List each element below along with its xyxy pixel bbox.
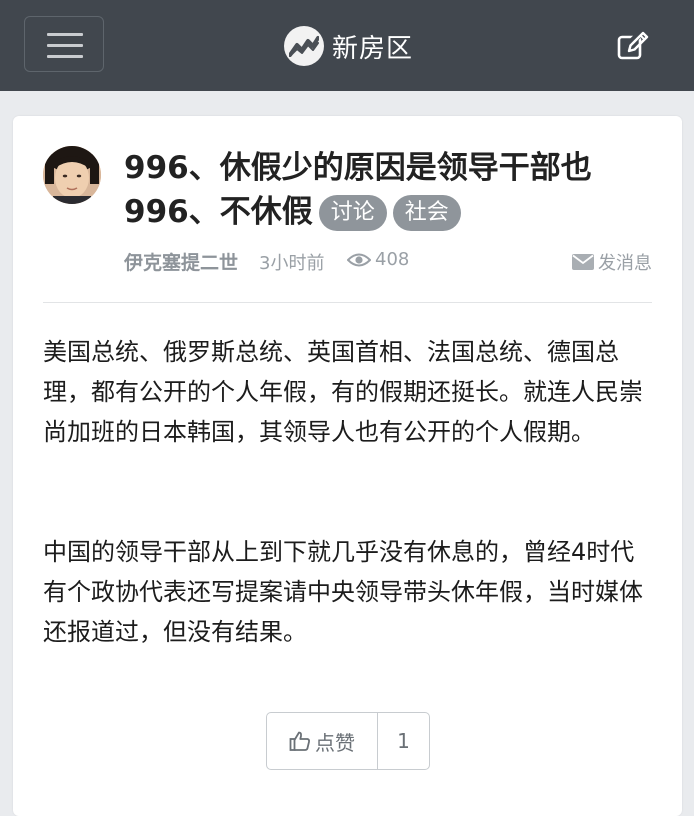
eye-icon	[347, 253, 371, 266]
view-count-value: 408	[375, 249, 410, 270]
divider	[43, 302, 652, 303]
top-navbar: 新房区	[0, 0, 694, 91]
like-control: 点赞 1	[266, 712, 430, 770]
post-meta: 伊克塞提二世 3小时前 408 发消息	[124, 248, 652, 278]
site-brand[interactable]: 新房区	[284, 24, 413, 68]
send-message-link[interactable]: 发消息	[572, 249, 652, 275]
like-button[interactable]: 点赞	[267, 713, 378, 769]
post-paragraph: 美国总统、俄罗斯总统、英国首相、法国总统、德国总理，都有公开的个人年假，有的假期…	[43, 338, 643, 446]
post-title: 996、休假少的原因是领导干部也 996、不休假 讨论 社会	[124, 146, 654, 234]
post-title-line-2: 996、不休假 讨论 社会	[124, 190, 654, 234]
hamburger-menu-icon	[47, 33, 83, 36]
like-count: 1	[397, 729, 410, 753]
post-paragraph: 中国的领导干部从上到下就几乎没有休息的，曾经4时代有个政协代表还写提案请中央领导…	[43, 538, 643, 646]
like-label: 点赞	[315, 730, 355, 755]
author-avatar[interactable]	[43, 146, 101, 204]
send-message-label: 发消息	[598, 253, 652, 274]
view-count: 408	[347, 249, 409, 270]
tag-discussion[interactable]: 讨论	[318, 195, 387, 231]
post-body: 美国总统、俄罗斯总统、英国首相、法国总统、德国总理，都有公开的个人年假，有的假期…	[43, 332, 655, 732]
site-title: 新房区	[332, 33, 414, 64]
post-time: 3小时前	[259, 253, 325, 274]
trend-line-logo-icon	[284, 26, 324, 66]
hamburger-bar	[47, 44, 83, 47]
post-card: 996、休假少的原因是领导干部也 996、不休假 讨论 社会 伊克塞提二世 3小时前…	[13, 116, 682, 816]
compose-button[interactable]	[616, 24, 650, 63]
envelope-icon	[572, 254, 594, 270]
menu-button[interactable]	[24, 16, 104, 72]
hamburger-bar	[47, 55, 83, 58]
edit-pencil-icon	[617, 24, 650, 60]
post-title-line-2-text: 996、不休假	[124, 194, 313, 230]
thumbs-up-icon	[289, 731, 310, 751]
author-name[interactable]: 伊克塞提二世	[124, 248, 238, 275]
post-title-line-1: 996、休假少的原因是领导干部也	[124, 150, 592, 186]
tag-society[interactable]: 社会	[392, 195, 461, 231]
